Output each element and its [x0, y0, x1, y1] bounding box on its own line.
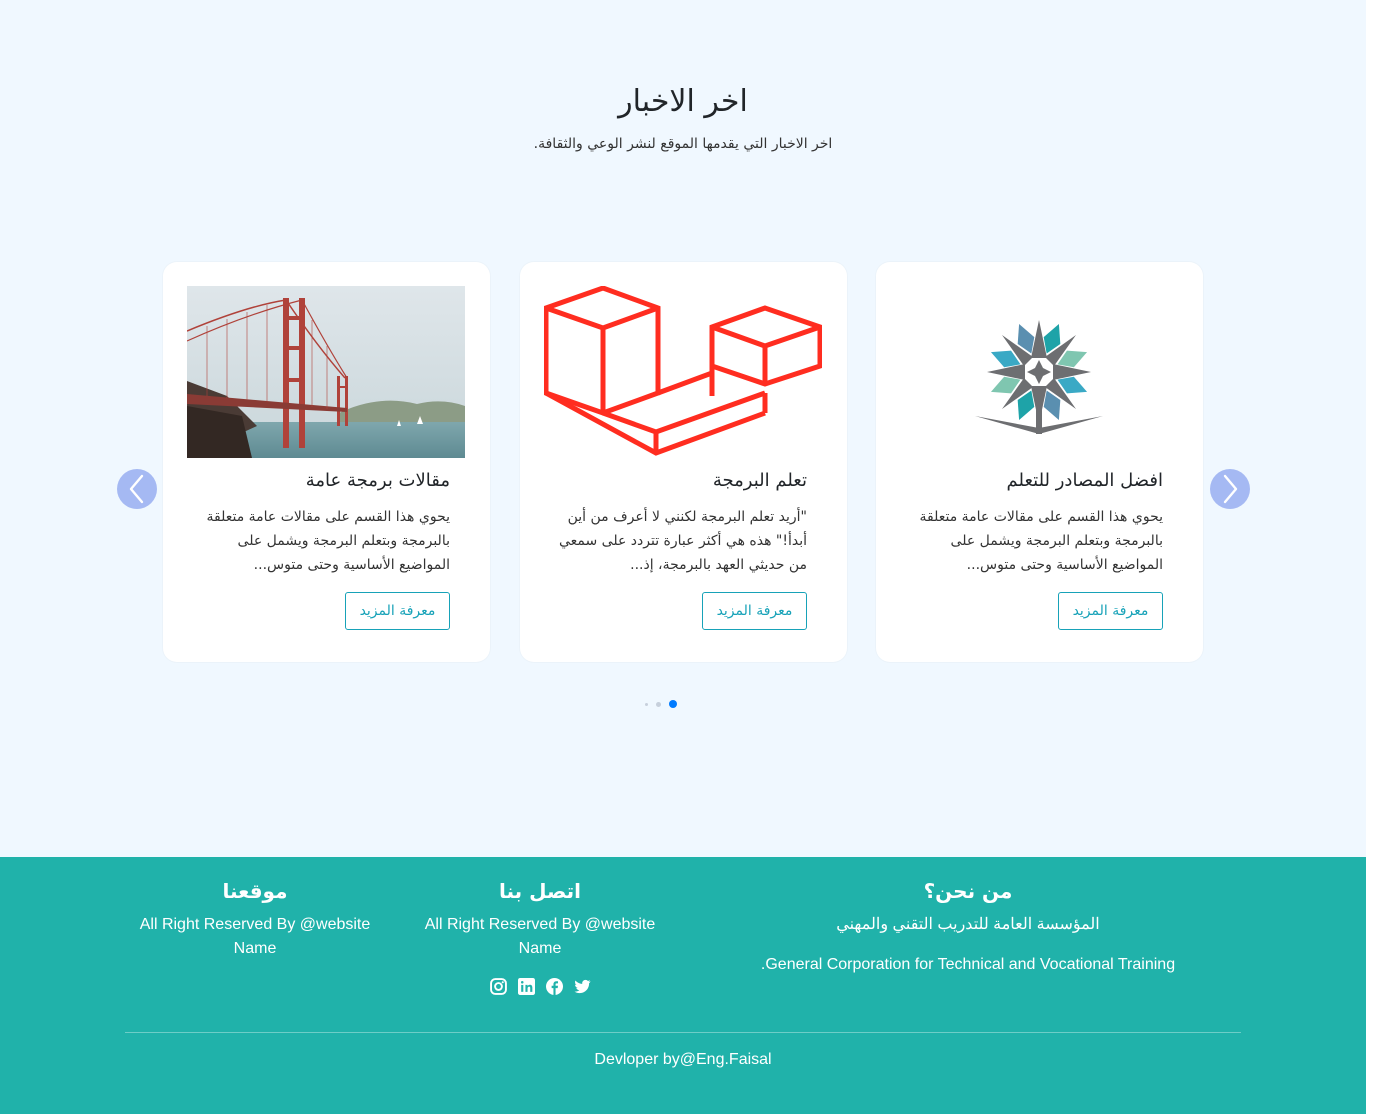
tvtc-logo-icon — [975, 320, 1103, 434]
twitter-icon[interactable] — [573, 977, 591, 995]
carousel-next-button[interactable] — [1210, 469, 1250, 509]
chevron-left-icon — [129, 474, 144, 504]
golden-gate-bridge-photo — [187, 286, 465, 458]
section-subtitle: اخر الاخبار التي يقدمها الموقع لنشر الوع… — [533, 136, 833, 152]
footer-credit: Devloper by@Eng.Faisal — [594, 1051, 772, 1068]
read-more-button[interactable]: معرفة المزيد — [702, 592, 807, 630]
card-title: افضل المصادر للتعلم — [1006, 470, 1163, 491]
carousel-dot[interactable] — [645, 702, 648, 706]
carousel-indicators — [645, 700, 677, 708]
instagram-icon[interactable] — [489, 977, 507, 995]
carousel-dot[interactable] — [656, 701, 661, 707]
section-title: اخر الاخبار — [618, 84, 748, 119]
chevron-right-icon — [1223, 474, 1238, 504]
footer-site-line: Name — [233, 940, 277, 957]
footer-divider — [125, 1032, 1241, 1033]
footer-about-arabic: المؤسسة العامة للتدريب التقني والمهني — [836, 916, 1100, 933]
carousel-dot-active[interactable] — [669, 700, 677, 708]
bridge-photo-image — [187, 286, 465, 458]
news-section: اخر الاخبار اخر الاخبار التي يقدمها المو… — [0, 0, 1366, 857]
footer-about: من نحن؟ المؤسسة العامة للتدريب التقني وا… — [740, 879, 1196, 977]
site-footer: من نحن؟ المؤسسة العامة للتدريب التقني وا… — [0, 857, 1366, 1114]
social-links — [410, 977, 670, 995]
news-card: افضل المصادر للتعلم يحوي هذا القسم على م… — [876, 262, 1203, 662]
news-card: تعلم البرمجة "أريد تعلم البرمجة لكنني لا… — [520, 262, 847, 662]
read-more-button[interactable]: معرفة المزيد — [1058, 592, 1163, 630]
footer-site: موقعنا All Right Reserved By @website Na… — [125, 879, 385, 961]
footer-site-line: All Right Reserved By @website — [139, 916, 371, 933]
card-text: يحوي هذا القسم على مقالات عامة متعلقة با… — [206, 509, 450, 573]
news-card: مقالات برمجة عامة يحوي هذا القسم على مقا… — [163, 262, 490, 662]
footer-about-heading: من نحن؟ — [923, 879, 1013, 903]
linkedin-icon[interactable] — [517, 977, 535, 995]
footer-contact-line: Name — [518, 940, 562, 957]
tvtc-logo — [900, 286, 1178, 458]
footer-contact-line: All Right Reserved By @website — [424, 916, 656, 933]
read-more-button[interactable]: معرفة المزيد — [345, 592, 450, 630]
footer-site-heading: موقعنا — [222, 879, 288, 903]
footer-contact: اتصل بنا All Right Reserved By @website … — [410, 879, 670, 995]
laravel-logo-icon — [544, 286, 822, 456]
footer-contact-heading: اتصل بنا — [498, 879, 582, 903]
card-text: "أريد تعلم البرمجة لكنني لا أعرف من أين … — [558, 509, 807, 573]
laravel-logo — [544, 286, 822, 458]
footer-about-english: .General Corporation for Technical and V… — [760, 956, 1176, 973]
carousel-prev-button[interactable] — [117, 469, 157, 509]
card-text: يحوي هذا القسم على مقالات عامة متعلقة با… — [919, 509, 1163, 573]
card-title: تعلم البرمجة — [712, 470, 807, 491]
card-title: مقالات برمجة عامة — [305, 470, 450, 491]
facebook-icon[interactable] — [545, 977, 563, 995]
